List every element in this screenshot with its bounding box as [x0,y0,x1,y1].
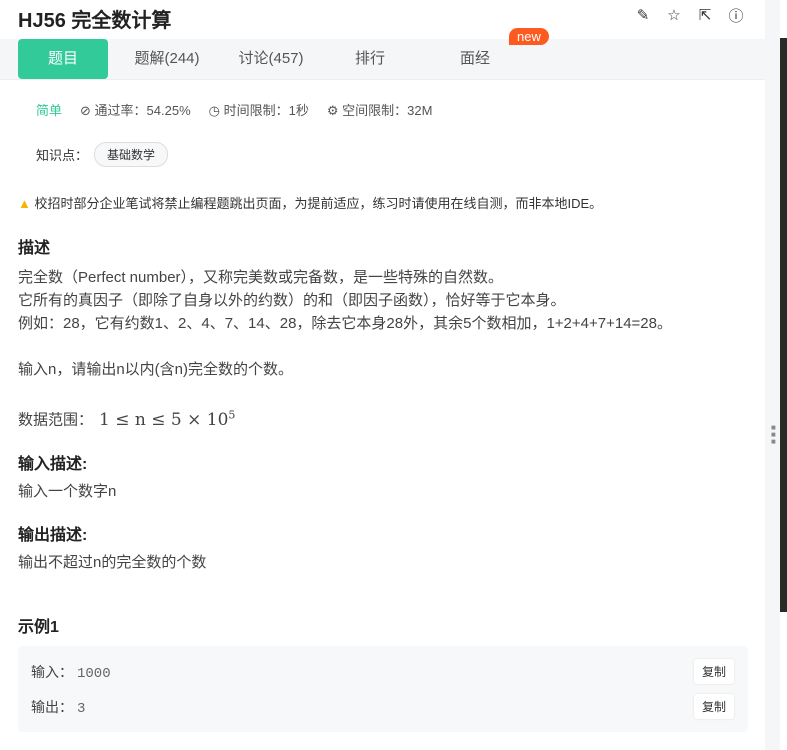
example-heading: 示例1 [18,619,59,636]
tab-solutions[interactable]: 题解(244) [120,39,214,79]
editor-panel-edge [780,38,787,612]
description-line: 完全数（Perfect number），又称完美数或完备数，是一些特殊的自然数。 [18,269,504,286]
description-line: 它所有的真因子（即除了自身以外的约数）的和（即因子函数），恰好等于它本身。 [18,292,566,309]
resize-gutter[interactable] [765,0,780,750]
difficulty: 简单 [36,103,63,118]
knowledge-tag[interactable]: 基础数学 [94,142,169,167]
star-icon[interactable]: ☆ [665,6,683,24]
tab-interviews[interactable]: 面经 [445,39,505,79]
output-desc-text: 输出不超过n的完全数的个数 [18,554,207,571]
warning-icon: ▲ [18,196,31,211]
warning-text: 校招时部分企业笔试将禁止编程题跳出页面，为提前适应，练习时请使用在线自测，而非本… [34,196,603,211]
range-math: 1 ≤ n ≤ 5 × 105 [99,408,236,430]
drag-handle-icon[interactable]: ■ ■ ■ [771,424,776,446]
description-heading: 描述 [18,240,51,257]
tab-problem[interactable]: 题目 [18,39,108,79]
tab-discussion[interactable]: 讨论(457) [224,39,318,79]
chip-icon: ⚙ [326,103,339,118]
tab-bar: 题目 题解(244) 讨论(457) 排行 面经 [0,39,765,80]
time-limit: 时间限制：1秒 [223,103,309,118]
share-icon[interactable]: ⇱ [696,6,714,24]
output-label: 输出： [31,699,73,715]
pass-rate: 通过率：54.25% [94,103,191,118]
example-box: 输入： 1000 复制 输出： 3 复制 [18,646,748,732]
report-icon[interactable]: ⓘ [727,6,745,25]
problem-panel: HJ56 完全数计算 ✎ ☆ ⇱ ⓘ new 题目 题解(244) 讨论(457… [0,0,765,750]
range-label: 数据范围： [18,411,94,429]
check-icon: ⊘ [80,103,91,118]
input-desc-heading: 输入描述: [18,456,88,473]
tab-ranking[interactable]: 排行 [340,39,400,79]
description-line: 例如：28，它有约数1、2、4、7、14、28，除去它本身28外，其余5个数相加… [18,315,672,332]
new-badge: new [509,28,549,45]
example-output: 3 [77,701,86,717]
space-limit: 空间限制：32M [342,103,433,118]
output-desc-heading: 输出描述: [18,527,88,544]
copy-output-button[interactable]: 复制 [693,694,734,719]
edit-icon[interactable]: ✎ [634,6,652,24]
example-input: 1000 [77,666,111,682]
knowledge-label: 知识点： [36,148,89,163]
input-desc-text: 输入一个数字n [18,483,117,500]
input-label: 输入： [31,664,73,680]
description-line: 输入n，请输出n以内(含n)完全数的个数。 [18,361,294,378]
page-title: HJ56 完全数计算 [18,10,172,32]
copy-input-button[interactable]: 复制 [693,659,734,684]
clock-icon: ◷ [208,103,220,118]
